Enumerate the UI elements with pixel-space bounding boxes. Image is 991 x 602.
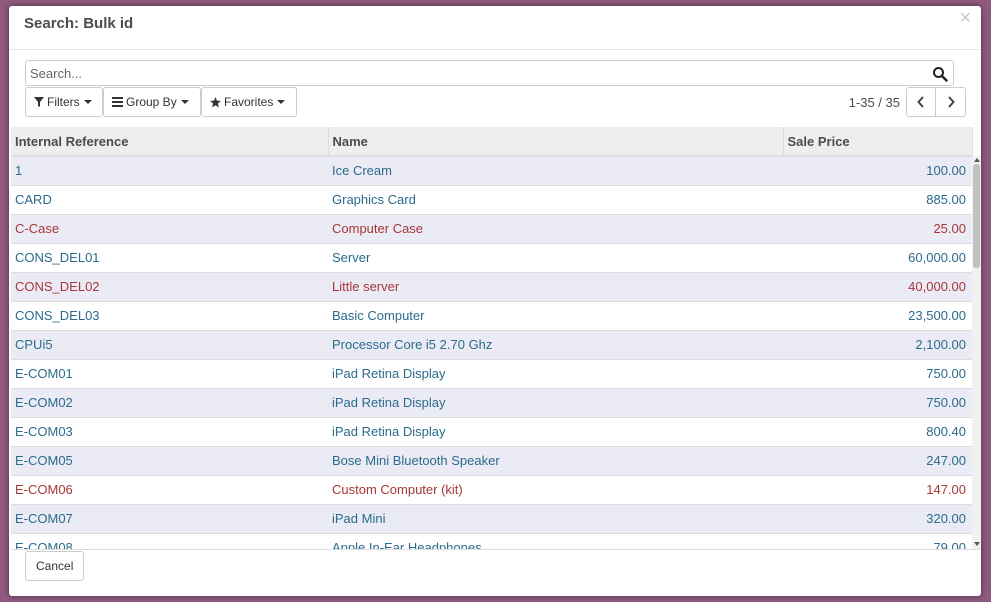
cell-name[interactable]: Custom Computer (kit)	[328, 474, 783, 504]
cell-internal-reference[interactable]: CARD	[11, 184, 328, 214]
cell-sale-price[interactable]: 23,500.00	[783, 300, 972, 330]
cell-internal-reference[interactable]: E-COM06	[11, 474, 328, 504]
cell-sale-price[interactable]: 2,100.00	[783, 329, 972, 359]
cell-name[interactable]: Processor Core i5 2.70 Ghz	[328, 329, 783, 359]
search-dialog: Search: Bulk id × Filters Group By	[9, 6, 981, 596]
table-row[interactable]: E-COM05 Bose Mini Bluetooth Speaker 247.00	[11, 445, 972, 475]
cell-sale-price[interactable]: 79.00	[783, 532, 972, 549]
cell-internal-reference[interactable]: E-COM01	[11, 358, 328, 388]
search-icon[interactable]	[932, 66, 948, 82]
cell-name[interactable]: Ice Cream	[328, 155, 783, 185]
filter-icon	[34, 97, 44, 107]
cell-internal-reference[interactable]: E-COM02	[11, 387, 328, 417]
cell-internal-reference[interactable]: E-COM08	[11, 532, 328, 549]
cell-internal-reference[interactable]: E-COM07	[11, 503, 328, 533]
cell-name[interactable]: Little server	[328, 271, 783, 301]
cell-name[interactable]: Server	[328, 242, 783, 272]
cell-name[interactable]: iPad Retina Display	[328, 358, 783, 388]
table-row[interactable]: C-Case Computer Case 25.00	[11, 213, 972, 243]
cell-name[interactable]: iPad Mini	[328, 503, 783, 533]
cell-internal-reference[interactable]: CONS_DEL02	[11, 271, 328, 301]
table-row[interactable]: E-COM02 iPad Retina Display 750.00	[11, 387, 972, 417]
cell-sale-price[interactable]: 100.00	[783, 155, 972, 185]
pager-next-button[interactable]	[936, 87, 966, 117]
results-table: Internal Reference Name Sale Price 1 Ice …	[11, 127, 973, 549]
cell-name[interactable]: Computer Case	[328, 213, 783, 243]
column-header-internal-reference[interactable]: Internal Reference	[11, 127, 329, 157]
table-row[interactable]: CARD Graphics Card 885.00	[11, 184, 972, 214]
cell-internal-reference[interactable]: E-COM05	[11, 445, 328, 475]
pager-value[interactable]: 1-35 / 35	[849, 95, 900, 110]
table-row[interactable]: 1 Ice Cream 100.00	[11, 155, 972, 185]
cell-sale-price[interactable]: 750.00	[783, 387, 972, 417]
cell-name[interactable]: Bose Mini Bluetooth Speaker	[328, 445, 783, 475]
filters-button[interactable]: Filters	[25, 87, 103, 117]
chevron-right-icon	[947, 96, 955, 108]
favorites-button[interactable]: Favorites	[201, 87, 297, 117]
table-scrollbar[interactable]	[972, 156, 981, 549]
column-header-name[interactable]: Name	[328, 127, 784, 157]
cell-sale-price[interactable]: 247.00	[783, 445, 972, 475]
cell-internal-reference[interactable]: 1	[11, 155, 328, 185]
favorites-label: Favorites	[224, 95, 274, 109]
chevron-down-icon	[277, 100, 286, 104]
cell-sale-price[interactable]: 60,000.00	[783, 242, 972, 272]
cell-name[interactable]: iPad Retina Display	[328, 416, 783, 446]
cell-internal-reference[interactable]: CPUi5	[11, 329, 328, 359]
scroll-up-icon[interactable]	[974, 158, 980, 162]
column-header-sale-price[interactable]: Sale Price	[783, 127, 973, 157]
table-row[interactable]: CPUi5 Processor Core i5 2.70 Ghz 2,100.00	[11, 329, 972, 359]
cell-sale-price[interactable]: 750.00	[783, 358, 972, 388]
group-by-label: Group By	[126, 95, 177, 109]
cell-sale-price[interactable]: 25.00	[783, 213, 972, 243]
table-row[interactable]: CONS_DEL02 Little server 40,000.00	[11, 271, 972, 301]
search-bar	[25, 60, 954, 86]
cell-sale-price[interactable]: 320.00	[783, 503, 972, 533]
table-row[interactable]: E-COM03 iPad Retina Display 800.40	[11, 416, 972, 446]
cell-name[interactable]: Graphics Card	[328, 184, 783, 214]
cell-sale-price[interactable]: 147.00	[783, 474, 972, 504]
filters-label: Filters	[47, 95, 80, 109]
pager: 1-35 / 35	[849, 87, 966, 117]
table-row[interactable]: CONS_DEL01 Server 60,000.00	[11, 242, 972, 272]
table-row[interactable]: E-COM08 Apple In-Ear Headphones 79.00	[11, 532, 972, 549]
close-icon[interactable]: ×	[959, 8, 971, 28]
scroll-down-icon[interactable]	[974, 542, 980, 546]
cell-sale-price[interactable]: 800.40	[783, 416, 972, 446]
results-table-container: Internal Reference Name Sale Price 1 Ice …	[11, 127, 981, 550]
cell-name[interactable]: Basic Computer	[328, 300, 783, 330]
pager-previous-button[interactable]	[906, 87, 936, 117]
chevron-down-icon	[180, 100, 189, 104]
scrollbar-thumb[interactable]	[973, 164, 980, 268]
cell-internal-reference[interactable]: CONS_DEL01	[11, 242, 328, 272]
cell-name[interactable]: iPad Retina Display	[328, 387, 783, 417]
chevron-left-icon	[917, 96, 924, 108]
dialog-title: Search: Bulk id	[24, 15, 134, 32]
group-by-button[interactable]: Group By	[103, 87, 201, 117]
table-row[interactable]: CONS_DEL03 Basic Computer 23,500.00	[11, 300, 972, 330]
table-header-row: Internal Reference Name Sale Price	[11, 127, 973, 157]
search-input[interactable]	[26, 61, 924, 85]
cancel-button[interactable]: Cancel	[25, 551, 85, 581]
cell-sale-price[interactable]: 40,000.00	[783, 271, 972, 301]
table-row[interactable]: E-COM01 iPad Retina Display 750.00	[11, 358, 972, 388]
dialog-header: Search: Bulk id ×	[9, 6, 981, 50]
cell-sale-price[interactable]: 885.00	[783, 184, 972, 214]
cell-internal-reference[interactable]: E-COM03	[11, 416, 328, 446]
cell-name[interactable]: Apple In-Ear Headphones	[328, 532, 783, 549]
cell-internal-reference[interactable]: CONS_DEL03	[11, 300, 328, 330]
list-icon	[112, 97, 123, 107]
dialog-footer: Cancel	[9, 549, 981, 596]
cell-internal-reference[interactable]: C-Case	[11, 213, 328, 243]
star-icon	[210, 96, 221, 108]
chevron-down-icon	[83, 100, 92, 104]
table-row[interactable]: E-COM06 Custom Computer (kit) 147.00	[11, 474, 972, 504]
table-row[interactable]: E-COM07 iPad Mini 320.00	[11, 503, 972, 533]
